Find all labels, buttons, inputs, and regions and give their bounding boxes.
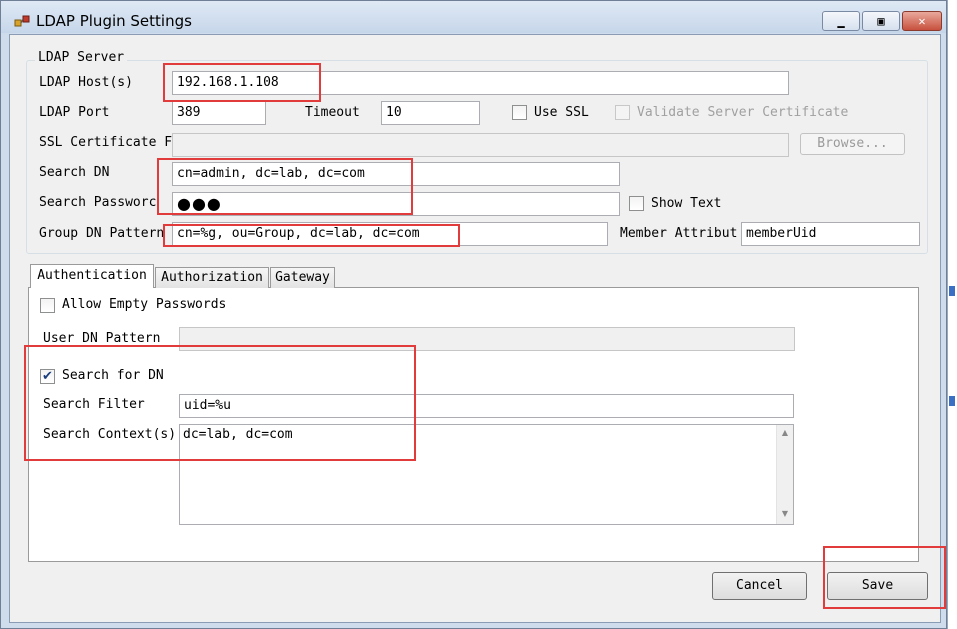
annotation-box-host	[163, 63, 321, 102]
timeout-label: Timeout	[305, 105, 360, 120]
close-icon: ✕	[918, 14, 926, 28]
ssl-cert-field[interactable]	[172, 133, 789, 157]
background-window-edge	[947, 0, 957, 629]
tab-authorization[interactable]: Authorization	[155, 267, 269, 288]
ldap-server-group-label: LDAP Server	[35, 50, 128, 65]
search-dn-label: Search DN	[39, 165, 110, 180]
user-dn-pattern-label: User DN Pattern	[43, 331, 161, 346]
minimize-icon: ▁	[837, 14, 845, 28]
close-button[interactable]: ✕	[902, 11, 942, 31]
maximize-button[interactable]: ▣	[862, 11, 900, 31]
browse-button[interactable]: Browse...	[800, 133, 905, 155]
ldap-port-label: LDAP Port	[39, 105, 110, 120]
background-marker	[949, 286, 955, 296]
ldap-host-label: LDAP Host(s)	[39, 75, 133, 90]
member-attr-label: Member Attribut	[620, 226, 738, 241]
validate-cert-label: Validate Server Certificate	[637, 105, 849, 120]
annotation-box-save	[823, 546, 946, 609]
scroll-down-icon[interactable]: ▼	[778, 509, 792, 518]
ldap-port-field[interactable]: 389	[172, 101, 266, 125]
search-password-label: Search Passworc	[39, 195, 157, 210]
window-title: LDAP Plugin Settings	[36, 12, 192, 30]
annotation-box-search-credentials	[157, 158, 413, 215]
scroll-up-icon[interactable]: ▲	[778, 428, 792, 437]
timeout-field[interactable]: 10	[381, 101, 480, 125]
allow-empty-passwords-checkbox[interactable]	[40, 298, 55, 313]
ssl-cert-label: SSL Certificate F	[39, 135, 173, 150]
tab-gateway[interactable]: Gateway	[270, 267, 335, 288]
cancel-button[interactable]: Cancel	[712, 572, 807, 600]
show-text-checkbox[interactable]	[629, 196, 644, 211]
annotation-box-group-dn	[163, 224, 460, 247]
ldap-plugin-icon	[14, 14, 30, 30]
minimize-button[interactable]: ▁	[822, 11, 860, 31]
maximize-icon: ▣	[877, 14, 885, 28]
background-marker	[949, 396, 955, 406]
member-attr-field[interactable]: memberUid	[741, 222, 920, 246]
use-ssl-label: Use SSL	[534, 105, 589, 120]
textarea-scrollbar[interactable]: ▲ ▼	[776, 425, 793, 524]
validate-cert-checkbox[interactable]	[615, 105, 630, 120]
use-ssl-checkbox[interactable]	[512, 105, 527, 120]
annotation-box-search-settings	[24, 345, 416, 461]
group-dn-label: Group DN Pattern	[39, 226, 165, 241]
show-text-label: Show Text	[651, 196, 722, 211]
tab-authentication[interactable]: Authentication	[30, 264, 154, 288]
allow-empty-passwords-label: Allow Empty Passwords	[62, 297, 227, 312]
